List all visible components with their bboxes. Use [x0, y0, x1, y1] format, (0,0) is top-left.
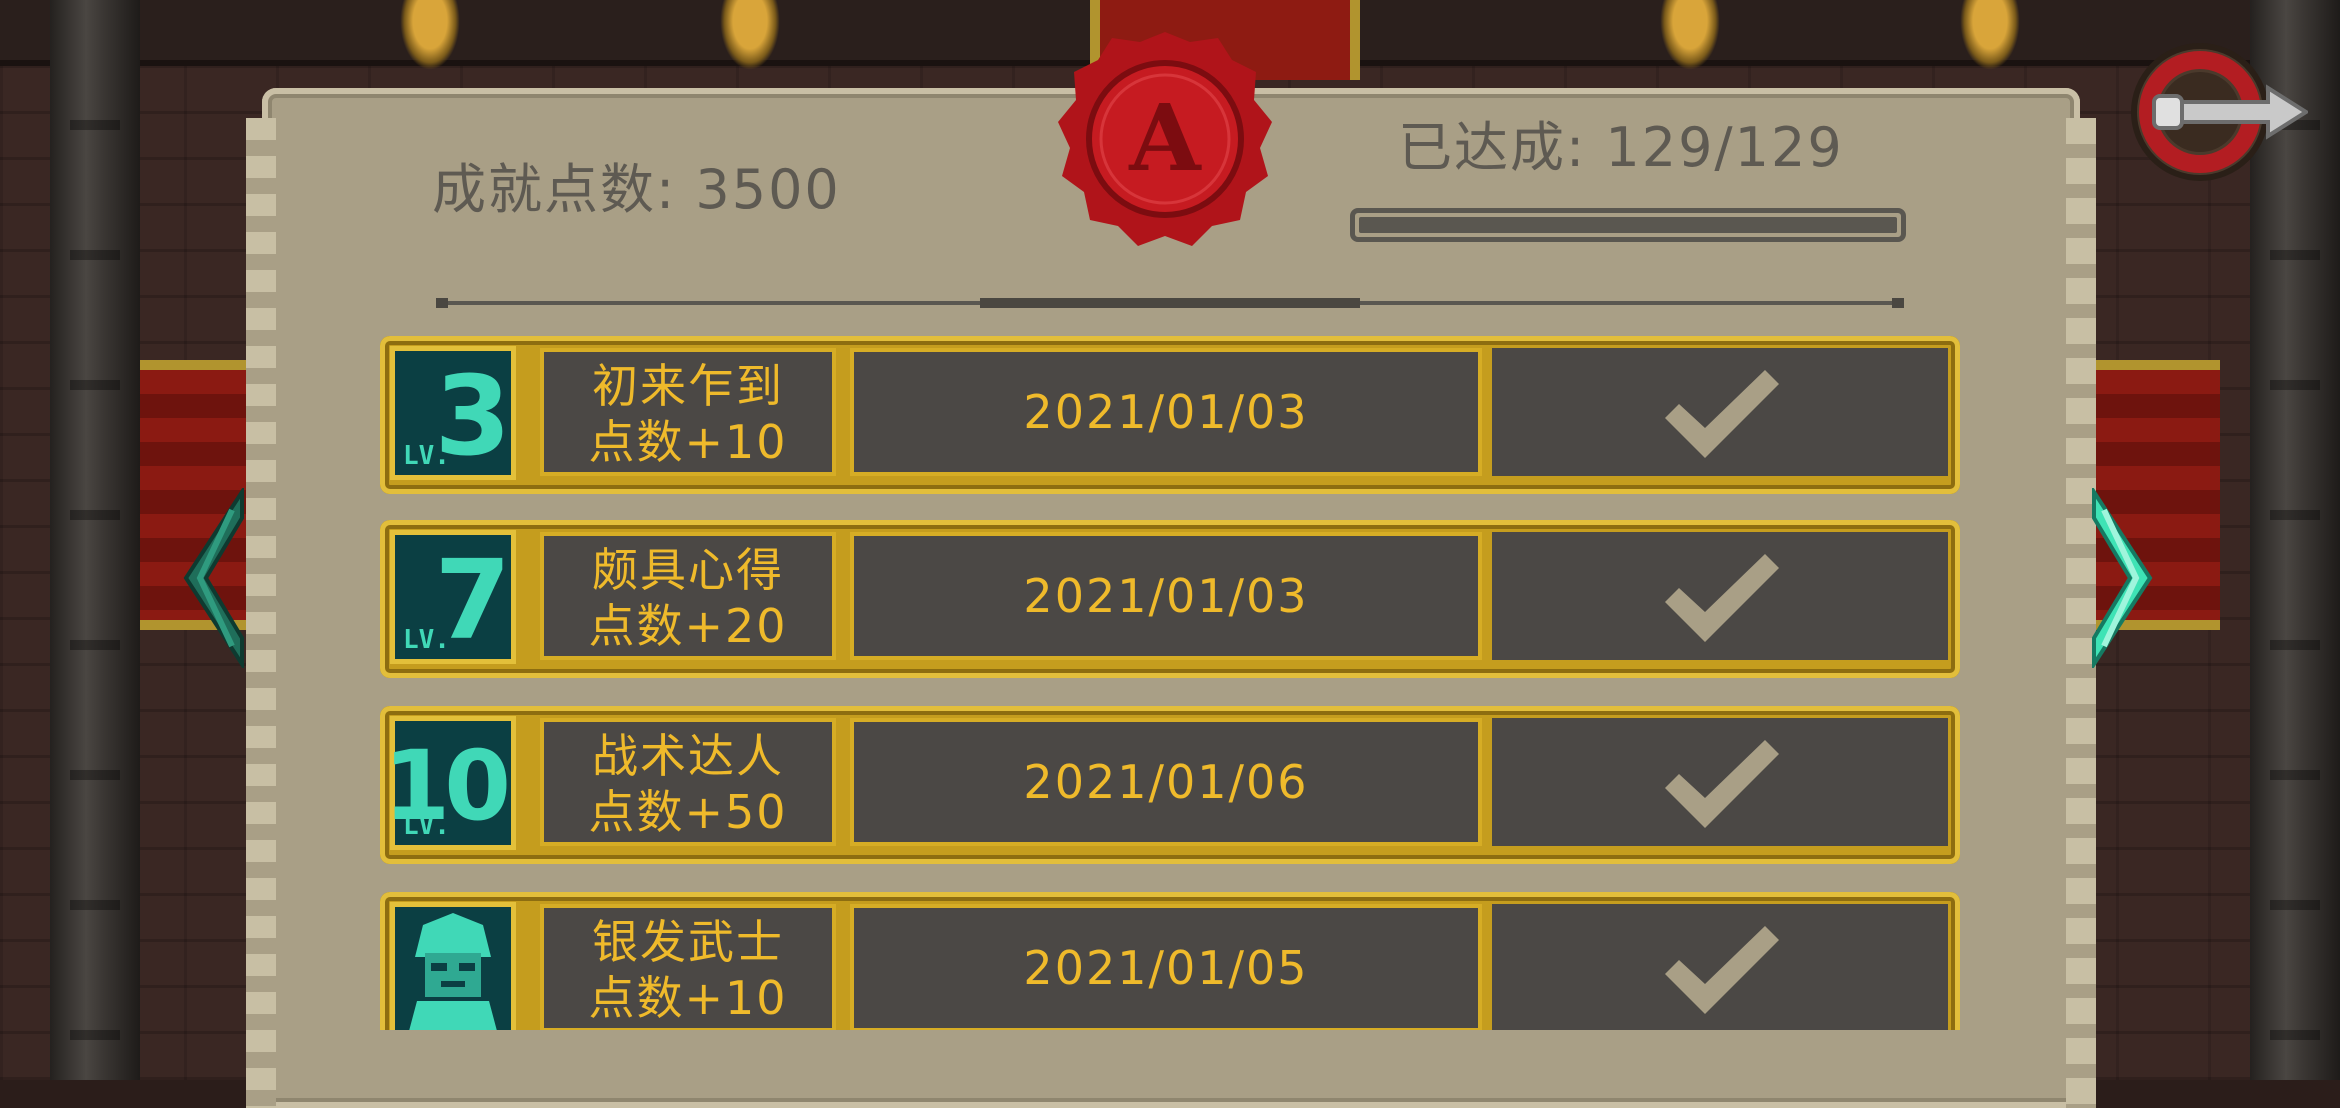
- completion-progress-bar: [1350, 208, 1906, 242]
- achievement-name: 初来乍到: [592, 359, 784, 413]
- checkmark-icon: [1665, 740, 1779, 828]
- achievement-row[interactable]: 10 LV. 战术达人 点数+50 2021/01/06: [380, 706, 1960, 864]
- achievement-points: 点数+10: [588, 415, 788, 469]
- achievement-list[interactable]: 3 LV. 初来乍到 点数+10 2021/01/03 7 LV. 颇具心得 点…: [380, 336, 1960, 1030]
- achievement-name: 银发武士: [592, 915, 784, 969]
- achievement-date: 2021/01/06: [850, 718, 1482, 846]
- achievement-date: 2021/01/03: [850, 348, 1482, 476]
- achievement-points-label: 成就点数: 3500: [432, 158, 841, 221]
- silver-samurai-portrait-icon: [390, 902, 516, 1030]
- torch-icon: [1960, 0, 2020, 70]
- panel-torn-edge-left: [246, 118, 276, 1108]
- torch-icon: [400, 0, 460, 70]
- completion-count-label: 已达成: 129/129: [1398, 116, 1844, 179]
- achievement-points: 点数+10: [588, 971, 788, 1025]
- badge-lv-text: LV.: [403, 811, 450, 841]
- chevron-left-icon[interactable]: [180, 488, 244, 668]
- completed-cell: [1492, 904, 1948, 1030]
- achievement-date: 2021/01/03: [850, 532, 1482, 660]
- achievement-name-cell: 战术达人 点数+50: [540, 718, 836, 846]
- checkmark-icon: [1665, 926, 1779, 1014]
- achievement-row[interactable]: 3 LV. 初来乍到 点数+10 2021/01/03: [380, 336, 1960, 494]
- achievement-row[interactable]: 银发武士 点数+10 2021/01/05: [380, 892, 1960, 1030]
- achievement-name-cell: 颇具心得 点数+20: [540, 532, 836, 660]
- achievement-name-cell: 银发武士 点数+10: [540, 904, 836, 1030]
- checkmark-icon: [1665, 370, 1779, 458]
- page-indicator: [436, 298, 1904, 308]
- achievement-name: 战术达人: [592, 729, 784, 783]
- torch-icon: [720, 0, 780, 70]
- completed-cell: [1492, 532, 1948, 660]
- seal-letter: A: [1128, 84, 1202, 192]
- level-badge-icon: 10 LV.: [383, 716, 516, 850]
- stone-pillar-left: [50, 0, 140, 1080]
- achievement-points: 点数+20: [588, 599, 788, 653]
- achievement-row[interactable]: 7 LV. 颇具心得 点数+20 2021/01/03: [380, 520, 1960, 678]
- completed-cell: [1492, 718, 1948, 846]
- level-badge-icon: 7 LV.: [390, 530, 516, 664]
- completed-cell: [1492, 348, 1948, 476]
- achievement-points: 点数+50: [588, 785, 788, 839]
- achievement-name-cell: 初来乍到 点数+10: [540, 348, 836, 476]
- badge-lv-text: LV.: [403, 625, 450, 655]
- achievement-date: 2021/01/05: [850, 904, 1482, 1030]
- chevron-right-icon[interactable]: [2092, 488, 2156, 668]
- checkmark-icon: [1665, 554, 1779, 642]
- page-indicator-thumb: [980, 298, 1360, 308]
- wax-seal-icon: A: [1058, 32, 1272, 246]
- torch-icon: [1660, 0, 1720, 70]
- level-badge-icon: 3 LV.: [390, 346, 516, 480]
- back-arrow-icon[interactable]: [2128, 32, 2308, 192]
- badge-lv-text: LV.: [403, 441, 450, 471]
- achievement-name: 颇具心得: [592, 543, 784, 597]
- completion-progress-fill: [1359, 217, 1897, 233]
